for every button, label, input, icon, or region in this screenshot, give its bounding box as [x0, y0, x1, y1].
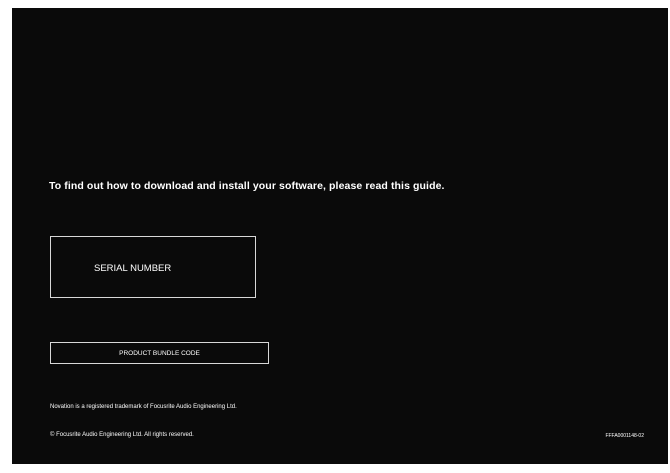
copyright-notice: © Focusrite Audio Engineering Ltd. All r…: [50, 432, 194, 438]
headline: To find out how to download and install …: [49, 180, 445, 192]
document-code: FFFA0001148-02: [605, 433, 644, 439]
serial-number-box: SERIAL NUMBER: [50, 236, 256, 298]
serial-number-label: SERIAL NUMBER: [94, 263, 172, 274]
trademark-notice: Novation is a registered trademark of Fo…: [50, 404, 237, 410]
product-bundle-code-box: PRODUCT BUNDLE CODE: [50, 342, 269, 364]
instruction-card: To find out how to download and install …: [12, 8, 668, 464]
product-bundle-code-label: PRODUCT BUNDLE CODE: [119, 349, 200, 357]
